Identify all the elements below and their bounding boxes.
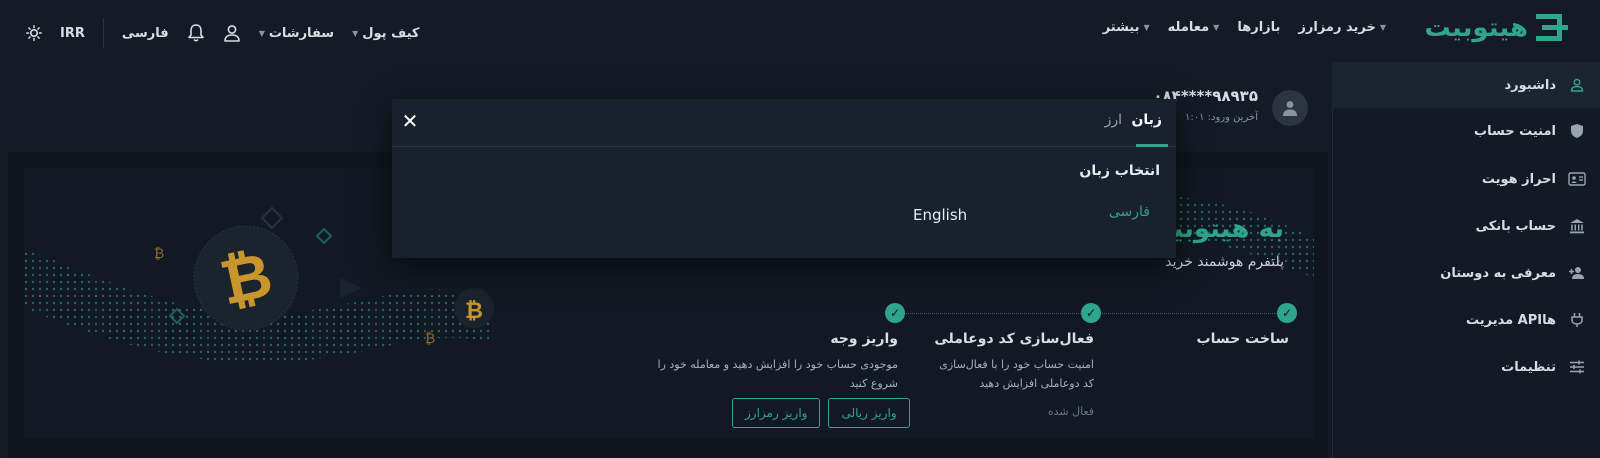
modal-header: زبان ارز ✕	[392, 99, 1176, 147]
wallet-label: کیف پول	[362, 25, 420, 41]
sun-icon	[26, 25, 42, 41]
step-title: واریز وجه	[830, 331, 898, 347]
sidebar-item-bank-account[interactable]: حساب بانکی	[1332, 203, 1600, 249]
sidebar-item-label: امنیت حساب	[1474, 123, 1556, 139]
sidebar-item-label: داشبورد	[1504, 77, 1556, 93]
bitcoin-icon: ₿	[465, 299, 483, 324]
last-login-label: آخرین ورود:	[1207, 112, 1258, 123]
bitcoin-icon: ₿	[425, 331, 435, 347]
currency-selector[interactable]: IRR	[60, 26, 85, 41]
nav-label: بیشتر	[1102, 20, 1140, 35]
sliders-icon	[1568, 358, 1586, 376]
orders-menu[interactable]: ▼ سفارشات	[259, 26, 334, 41]
notifications-button[interactable]	[187, 23, 205, 43]
nav-markets[interactable]: بازارها	[1237, 20, 1280, 35]
sidebar-item-label: مدیریت APIها	[1465, 312, 1556, 328]
welcome-subtitle: پلتفرم هوشمند خرید	[1165, 254, 1284, 270]
last-login-value: ۱:۰۱	[1184, 112, 1205, 123]
chevron-down-icon: ▼	[1379, 23, 1386, 32]
sidebar-item-api[interactable]: مدیریت APIها	[1332, 297, 1600, 343]
logo-mark-icon	[1536, 12, 1568, 44]
nav-label: معامله	[1167, 20, 1210, 35]
profile-button[interactable]	[223, 24, 241, 42]
header-tools: IRR فارسی ▼ سفارشات ▼ کیف پول	[26, 18, 419, 48]
check-icon: ✓	[1277, 303, 1297, 323]
main-nav: خرید رمزارز ▼ بازارها معامله ▼ بیشتر ▼	[1103, 20, 1386, 35]
chevron-down-icon: ▼	[1213, 23, 1220, 32]
language-selector[interactable]: فارسی	[122, 26, 169, 41]
divider	[102, 18, 104, 48]
plug-icon	[1568, 311, 1586, 329]
id-card-icon	[1568, 170, 1586, 188]
check-icon: ✓	[1081, 303, 1101, 323]
check-icon: ✓	[885, 303, 905, 323]
sidebar-item-label: حساب بانکی	[1475, 218, 1556, 234]
bell-icon	[187, 24, 204, 42]
wallet-menu[interactable]: ▼ کیف پول	[352, 26, 419, 41]
nav-label: بازارها	[1237, 20, 1281, 35]
chevron-down-icon: ▼	[352, 28, 359, 38]
theme-toggle[interactable]	[26, 25, 42, 41]
tab-currency[interactable]: ارز	[1105, 112, 1122, 128]
sidebar-item-dashboard[interactable]: داشبورد	[1332, 62, 1600, 108]
shield-icon	[1568, 122, 1586, 140]
nav-more[interactable]: بیشتر ▼	[1103, 20, 1150, 35]
add-user-icon	[1568, 264, 1586, 282]
step-description: امنیت حساب خود را با فعال‌سازی کد دوعامل…	[939, 358, 1094, 390]
user-icon	[1568, 76, 1586, 94]
nav-buy-crypto[interactable]: خرید رمزارز ▼	[1298, 20, 1386, 35]
avatar	[1272, 90, 1308, 126]
nav-trade[interactable]: معامله ▼	[1168, 20, 1220, 35]
sidebar-item-security[interactable]: امنیت حساب	[1332, 108, 1600, 154]
deposit-rial-button[interactable]: واریز ریالی	[828, 398, 910, 428]
deposit-actions: واریز رمزارز واریز ریالی	[732, 398, 910, 428]
close-icon[interactable]: ✕	[400, 111, 420, 131]
language-option-english[interactable]: English	[913, 206, 967, 224]
sidebar-item-settings[interactable]: تنظیمات	[1332, 344, 1600, 390]
sidebar: داشبورد امنیت حساب احراز هویت حساب بانکی…	[1332, 62, 1600, 458]
logo[interactable]: هیتوبیت	[1425, 12, 1568, 44]
sidebar-item-identity[interactable]: احراز هویت	[1332, 156, 1600, 202]
chevron-down-icon: ▼	[1143, 23, 1150, 32]
orders-label: سفارشات	[268, 25, 335, 41]
step-deposit: واریز وجه موجودی حساب خود را افزایش دهید…	[638, 331, 898, 393]
sidebar-item-label: تنظیمات	[1501, 359, 1556, 375]
logo-text: هیتوبیت	[1424, 13, 1529, 43]
bitcoin-icon: ₿	[154, 246, 164, 262]
bank-icon	[1568, 217, 1586, 235]
sidebar-item-referral[interactable]: معرفی به دوستان	[1332, 250, 1600, 296]
user-icon	[1283, 101, 1297, 116]
sidebar-item-label: احراز هویت	[1481, 171, 1556, 187]
modal-title: انتخاب زبان	[1079, 163, 1160, 179]
user-icon	[223, 25, 240, 42]
deposit-crypto-button[interactable]: واریز رمزارز	[732, 398, 821, 428]
chevron-down-icon: ▼	[258, 28, 265, 38]
last-login: آخرین ورود: ۱:۰۱	[1185, 112, 1258, 123]
top-header: هیتوبیت خرید رمزارز ▼ بازارها معامله ▼ ب…	[0, 0, 1600, 62]
active-tab-indicator	[1136, 144, 1168, 147]
nav-label: خرید رمزارز	[1298, 20, 1376, 35]
step-description: موجودی حساب خود را افزایش دهید و معامله …	[657, 358, 898, 390]
language-option-farsi[interactable]: فارسی	[1109, 204, 1150, 220]
language-currency-modal: زبان ارز ✕ انتخاب زبان فارسی English	[392, 99, 1176, 258]
tab-language[interactable]: زبان	[1131, 112, 1162, 128]
sidebar-item-label: معرفی به دوستان	[1440, 265, 1556, 281]
